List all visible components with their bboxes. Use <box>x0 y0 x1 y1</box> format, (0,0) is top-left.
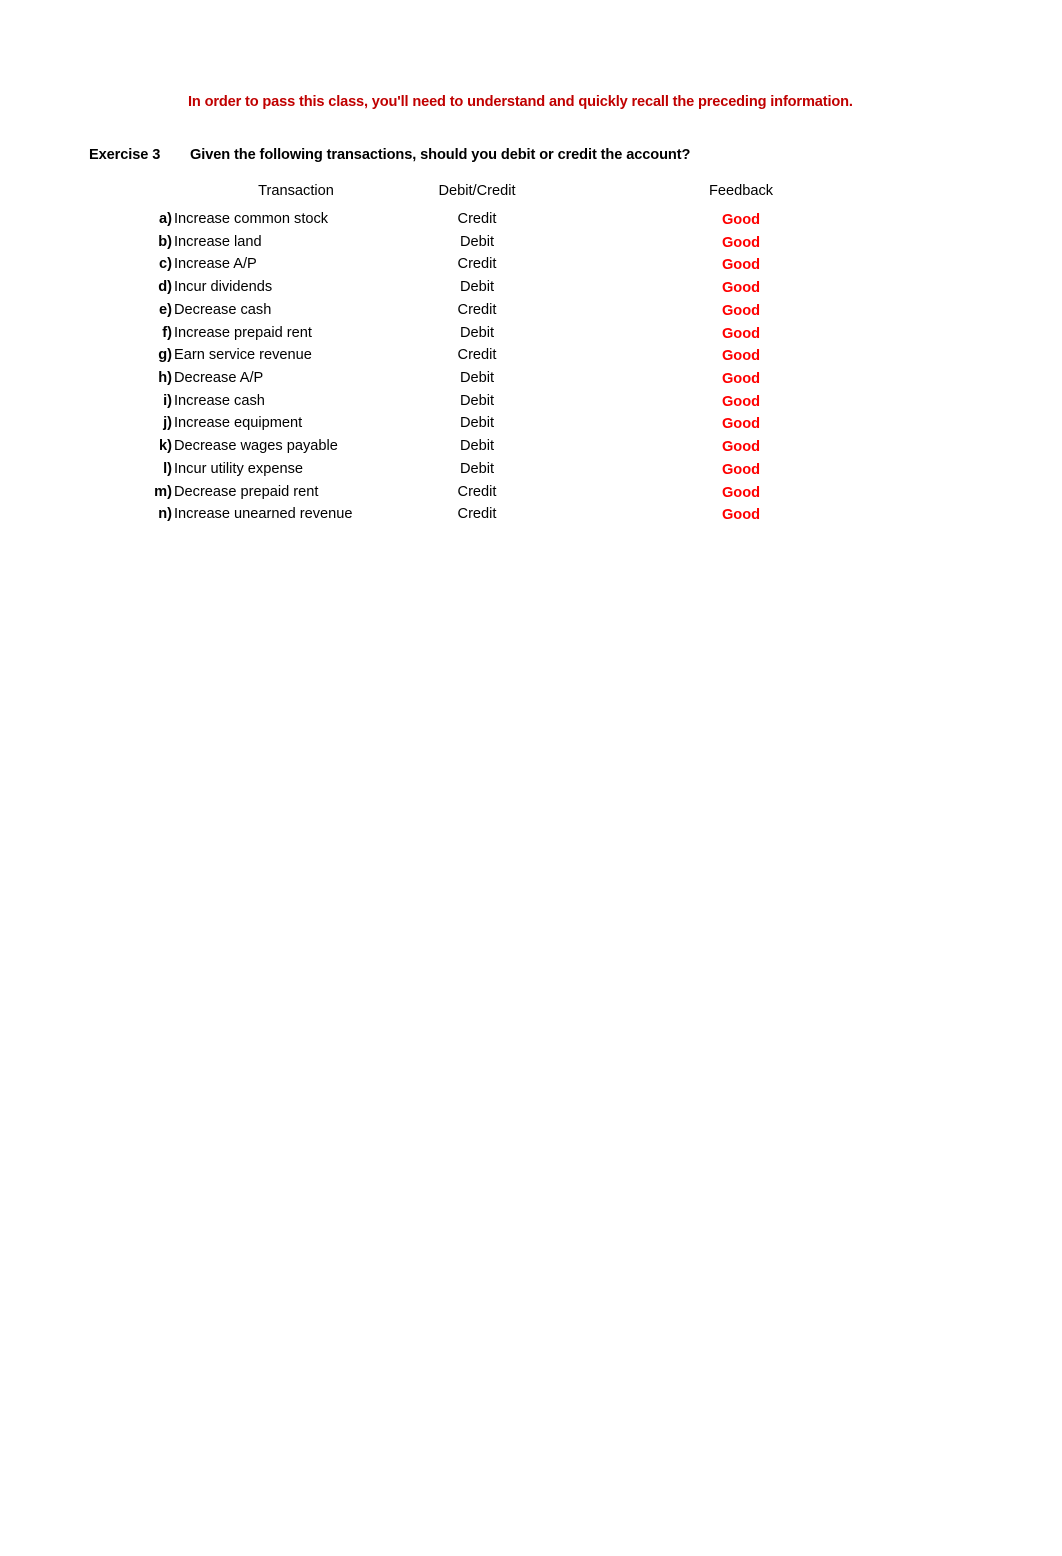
debit-credit-answer[interactable]: Credit <box>397 256 557 272</box>
table-row: h) Decrease A/P Debit Good <box>0 370 1062 393</box>
row-letter: a) <box>159 211 172 227</box>
transactions-table: Transaction Debit/Credit Feedback a) Incr… <box>0 183 1062 523</box>
feedback-status: Good <box>721 461 761 478</box>
debit-credit-answer[interactable]: Credit <box>397 302 557 318</box>
feedback-status: Good <box>721 393 761 410</box>
row-letter: b) <box>158 233 172 250</box>
table-row: n) Increase unearned revenue Credit Good <box>0 506 1062 529</box>
table-row: i) Increase cash Debit Good <box>0 393 1062 416</box>
table-row: l) Incur utility expense Debit Good <box>0 461 1062 484</box>
table-row: a) Increase common stock Credit Good <box>0 211 1062 234</box>
row-letter: e) <box>159 301 172 318</box>
table-row: k) Decrease wages payable Debit Good <box>0 438 1062 461</box>
row-letter: l) <box>163 460 172 477</box>
debit-credit-answer[interactable]: Debit <box>397 438 557 454</box>
row-letter: j) <box>163 415 172 432</box>
debit-credit-answer[interactable]: Credit <box>397 211 557 227</box>
feedback-status: Good <box>721 325 761 342</box>
passing-requirement-note: In order to pass this class, you'll need… <box>188 94 853 110</box>
debit-credit-answer[interactable]: Debit <box>397 461 557 477</box>
table-row: m) Decrease prepaid rent Credit Good <box>0 484 1062 507</box>
row-letter: h) <box>158 370 172 387</box>
column-header-debit-credit: Debit/Credit <box>438 183 516 199</box>
feedback-status: Good <box>721 302 761 319</box>
debit-credit-answer[interactable]: Debit <box>397 325 557 341</box>
debit-credit-answer[interactable]: Credit <box>397 347 557 363</box>
table-row: j) Increase equipment Debit Good <box>0 415 1062 438</box>
debit-credit-answer[interactable]: Debit <box>397 234 557 250</box>
debit-credit-answer[interactable]: Debit <box>397 279 557 295</box>
row-letter: c) <box>159 256 172 273</box>
column-header-feedback: Feedback <box>708 183 774 199</box>
row-letter: m) <box>154 483 172 500</box>
row-letter: n) <box>158 506 172 523</box>
feedback-status: Good <box>721 439 761 456</box>
debit-credit-answer[interactable]: Credit <box>397 506 557 522</box>
feedback-status: Good <box>721 371 761 388</box>
table-body: a) Increase common stock Credit Good b) Incre… <box>0 211 1062 529</box>
row-letter: g) <box>158 347 172 364</box>
debit-credit-answer[interactable]: Debit <box>397 415 557 431</box>
feedback-status: Good <box>721 416 761 433</box>
table-row: g) Earn service revenue Credit Good <box>0 347 1062 370</box>
row-letter: d) <box>158 279 172 296</box>
feedback-status: Good <box>721 507 761 524</box>
table-header-row: Transaction Debit/Credit Feedback <box>0 183 1062 203</box>
feedback-status: Good <box>721 234 761 251</box>
debit-credit-answer[interactable]: Debit <box>397 393 557 409</box>
table-row: d) Incur dividends Debit Good <box>0 279 1062 302</box>
exercise-label: Exercise 3 <box>89 147 161 163</box>
feedback-status: Good <box>721 257 761 274</box>
worksheet-page: In order to pass this class, you'll need… <box>0 0 1062 1556</box>
column-header-transaction: Transaction <box>258 183 334 199</box>
row-letter: i) <box>163 392 172 409</box>
feedback-status: Good <box>721 484 761 501</box>
debit-credit-answer[interactable]: Credit <box>397 484 557 500</box>
feedback-status: Good <box>721 280 761 297</box>
debit-credit-answer[interactable]: Debit <box>397 370 557 386</box>
row-letter: k) <box>159 438 172 455</box>
exercise-prompt: Given the following transactions, should… <box>190 147 691 163</box>
table-row: e) Decrease cash Credit Good <box>0 302 1062 325</box>
table-row: c) Increase A/P Credit Good <box>0 256 1062 279</box>
row-letter: f) <box>162 324 172 341</box>
table-row: b) Increase land Debit Good <box>0 234 1062 257</box>
feedback-status: Good <box>721 212 761 228</box>
feedback-status: Good <box>721 348 761 365</box>
table-row: f) Increase prepaid rent Debit Good <box>0 325 1062 348</box>
